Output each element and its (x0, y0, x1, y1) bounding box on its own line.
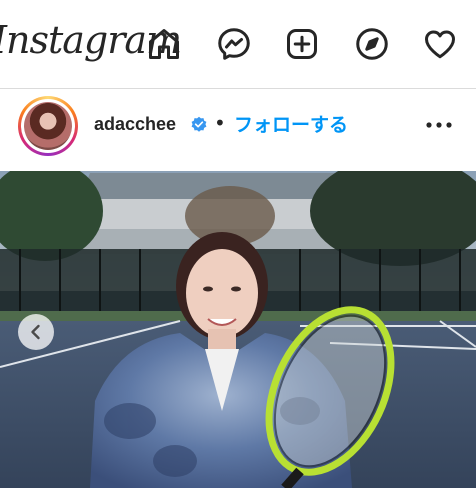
avatar[interactable] (24, 102, 72, 150)
separator-dot: • (214, 111, 226, 135)
carousel-prev-button[interactable] (18, 314, 54, 350)
story-ring[interactable] (18, 96, 78, 156)
new-post-icon[interactable] (282, 24, 322, 64)
verified-badge-icon (191, 116, 207, 132)
activity-heart-icon[interactable] (420, 24, 460, 64)
post-header: adacchee • フォローする (0, 89, 476, 171)
home-icon[interactable] (144, 24, 184, 64)
explore-icon[interactable] (352, 24, 392, 64)
username[interactable]: adacchee (94, 114, 176, 135)
chevron-left-icon (31, 324, 40, 340)
more-options-icon[interactable] (424, 117, 454, 133)
top-nav-bar: Instagram (0, 0, 476, 89)
follow-button[interactable]: フォローする (234, 110, 348, 137)
photo-scene (0, 171, 476, 488)
messenger-icon[interactable] (214, 24, 254, 64)
post-photo[interactable] (0, 171, 476, 488)
avatar-border (21, 99, 75, 153)
